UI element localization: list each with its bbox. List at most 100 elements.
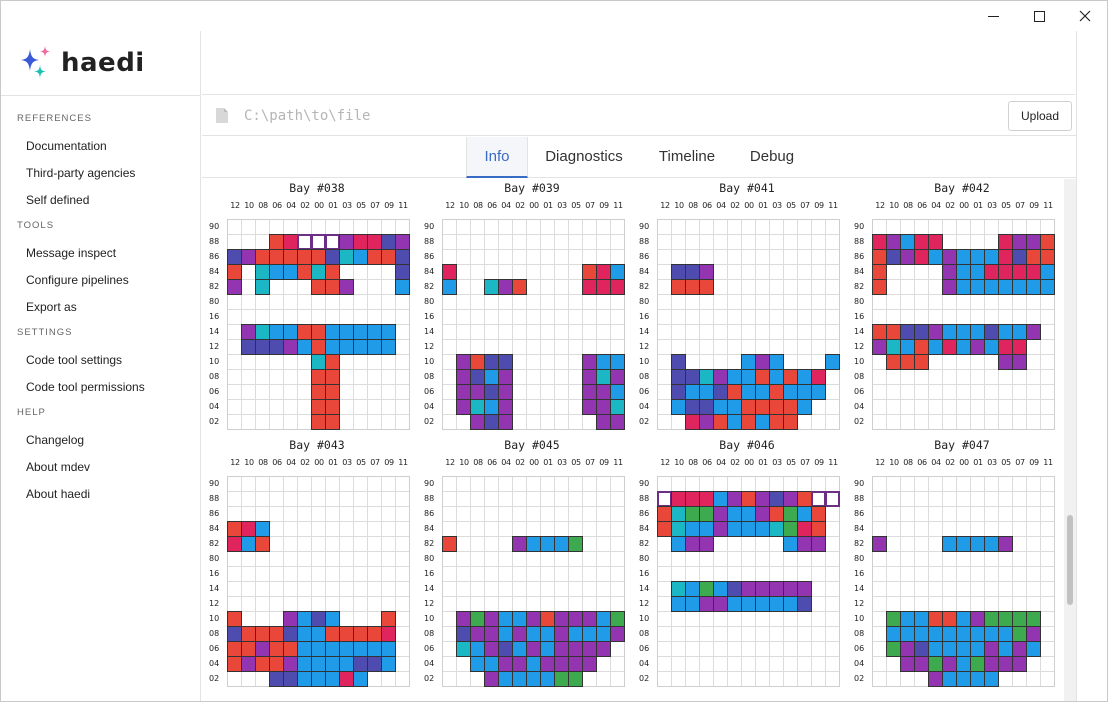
container-slot[interactable] xyxy=(498,384,513,400)
container-slot[interactable] xyxy=(526,611,541,627)
container-slot[interactable] xyxy=(970,641,985,657)
container-slot[interactable] xyxy=(283,641,298,657)
container-slot[interactable] xyxy=(769,414,784,430)
container-slot[interactable] xyxy=(685,384,700,400)
container-slot[interactable] xyxy=(381,626,396,642)
container-slot[interactable] xyxy=(484,414,499,430)
container-slot[interactable] xyxy=(498,626,513,642)
container-slot[interactable] xyxy=(685,369,700,385)
minimize-button[interactable] xyxy=(970,1,1016,31)
container-slot[interactable] xyxy=(769,581,784,597)
container-slot[interactable] xyxy=(783,399,798,415)
container-slot[interactable] xyxy=(914,641,929,657)
container-slot[interactable] xyxy=(568,641,583,657)
container-slot[interactable] xyxy=(227,626,242,642)
container-slot[interactable] xyxy=(797,596,812,612)
container-slot[interactable] xyxy=(568,656,583,672)
container-slot[interactable] xyxy=(900,324,915,340)
container-slot[interactable] xyxy=(610,369,625,385)
container-slot[interactable] xyxy=(928,611,943,627)
container-slot[interactable] xyxy=(283,264,298,280)
container-slot[interactable] xyxy=(353,324,368,340)
container-slot[interactable] xyxy=(797,536,812,552)
container-slot[interactable] xyxy=(886,626,901,642)
container-slot[interactable] xyxy=(914,656,929,672)
container-slot[interactable] xyxy=(657,491,672,507)
container-slot[interactable] xyxy=(269,234,284,250)
container-slot[interactable] xyxy=(311,641,326,657)
container-slot[interactable] xyxy=(685,596,700,612)
container-slot[interactable] xyxy=(942,249,957,265)
container-slot[interactable] xyxy=(671,384,686,400)
container-slot[interactable] xyxy=(582,354,597,370)
sidebar-item-self-defined[interactable]: Self defined xyxy=(1,187,201,214)
container-slot[interactable] xyxy=(283,324,298,340)
container-slot[interactable] xyxy=(610,414,625,430)
sidebar-item-changelog[interactable]: Changelog xyxy=(1,427,201,454)
container-slot[interactable] xyxy=(900,339,915,355)
container-slot[interactable] xyxy=(297,641,312,657)
container-slot[interactable] xyxy=(811,536,826,552)
container-slot[interactable] xyxy=(755,399,770,415)
container-slot[interactable] xyxy=(914,249,929,265)
container-slot[interactable] xyxy=(297,611,312,627)
container-slot[interactable] xyxy=(984,264,999,280)
container-slot[interactable] xyxy=(554,641,569,657)
close-button[interactable] xyxy=(1062,1,1107,31)
container-slot[interactable] xyxy=(755,581,770,597)
container-slot[interactable] xyxy=(914,339,929,355)
sidebar-item-about-haedi[interactable]: About haedi xyxy=(1,481,201,508)
container-slot[interactable] xyxy=(470,611,485,627)
vertical-scrollbar[interactable] xyxy=(1064,179,1076,701)
container-slot[interactable] xyxy=(783,581,798,597)
container-slot[interactable] xyxy=(325,234,340,250)
container-slot[interactable] xyxy=(984,611,999,627)
container-slot[interactable] xyxy=(582,264,597,280)
container-slot[interactable] xyxy=(582,611,597,627)
container-slot[interactable] xyxy=(367,234,382,250)
container-slot[interactable] xyxy=(872,536,887,552)
container-slot[interactable] xyxy=(727,581,742,597)
container-slot[interactable] xyxy=(339,641,354,657)
container-slot[interactable] xyxy=(325,354,340,370)
container-slot[interactable] xyxy=(727,506,742,522)
container-slot[interactable] xyxy=(783,384,798,400)
container-slot[interactable] xyxy=(297,626,312,642)
container-slot[interactable] xyxy=(713,414,728,430)
container-slot[interactable] xyxy=(353,339,368,355)
container-slot[interactable] xyxy=(540,536,555,552)
container-slot[interactable] xyxy=(395,249,410,265)
container-slot[interactable] xyxy=(554,626,569,642)
container-slot[interactable] xyxy=(797,384,812,400)
container-slot[interactable] xyxy=(512,611,527,627)
container-slot[interactable] xyxy=(1012,234,1027,250)
container-slot[interactable] xyxy=(512,279,527,295)
container-slot[interactable] xyxy=(610,354,625,370)
container-slot[interactable] xyxy=(811,521,826,537)
container-slot[interactable] xyxy=(227,611,242,627)
container-slot[interactable] xyxy=(283,626,298,642)
container-slot[interactable] xyxy=(811,369,826,385)
container-slot[interactable] xyxy=(727,491,742,507)
container-slot[interactable] xyxy=(311,414,326,430)
container-slot[interactable] xyxy=(900,626,915,642)
container-slot[interactable] xyxy=(811,491,826,507)
container-slot[interactable] xyxy=(381,641,396,657)
container-slot[interactable] xyxy=(395,279,410,295)
container-slot[interactable] xyxy=(741,521,756,537)
container-slot[interactable] xyxy=(470,414,485,430)
container-slot[interactable] xyxy=(283,611,298,627)
container-slot[interactable] xyxy=(498,399,513,415)
container-slot[interactable] xyxy=(568,536,583,552)
container-slot[interactable] xyxy=(942,279,957,295)
container-slot[interactable] xyxy=(998,324,1013,340)
container-slot[interactable] xyxy=(512,656,527,672)
container-slot[interactable] xyxy=(339,656,354,672)
container-slot[interactable] xyxy=(596,641,611,657)
container-slot[interactable] xyxy=(727,369,742,385)
container-slot[interactable] xyxy=(283,671,298,687)
container-slot[interactable] xyxy=(699,414,714,430)
container-slot[interactable] xyxy=(942,626,957,642)
container-slot[interactable] xyxy=(456,399,471,415)
container-slot[interactable] xyxy=(353,249,368,265)
